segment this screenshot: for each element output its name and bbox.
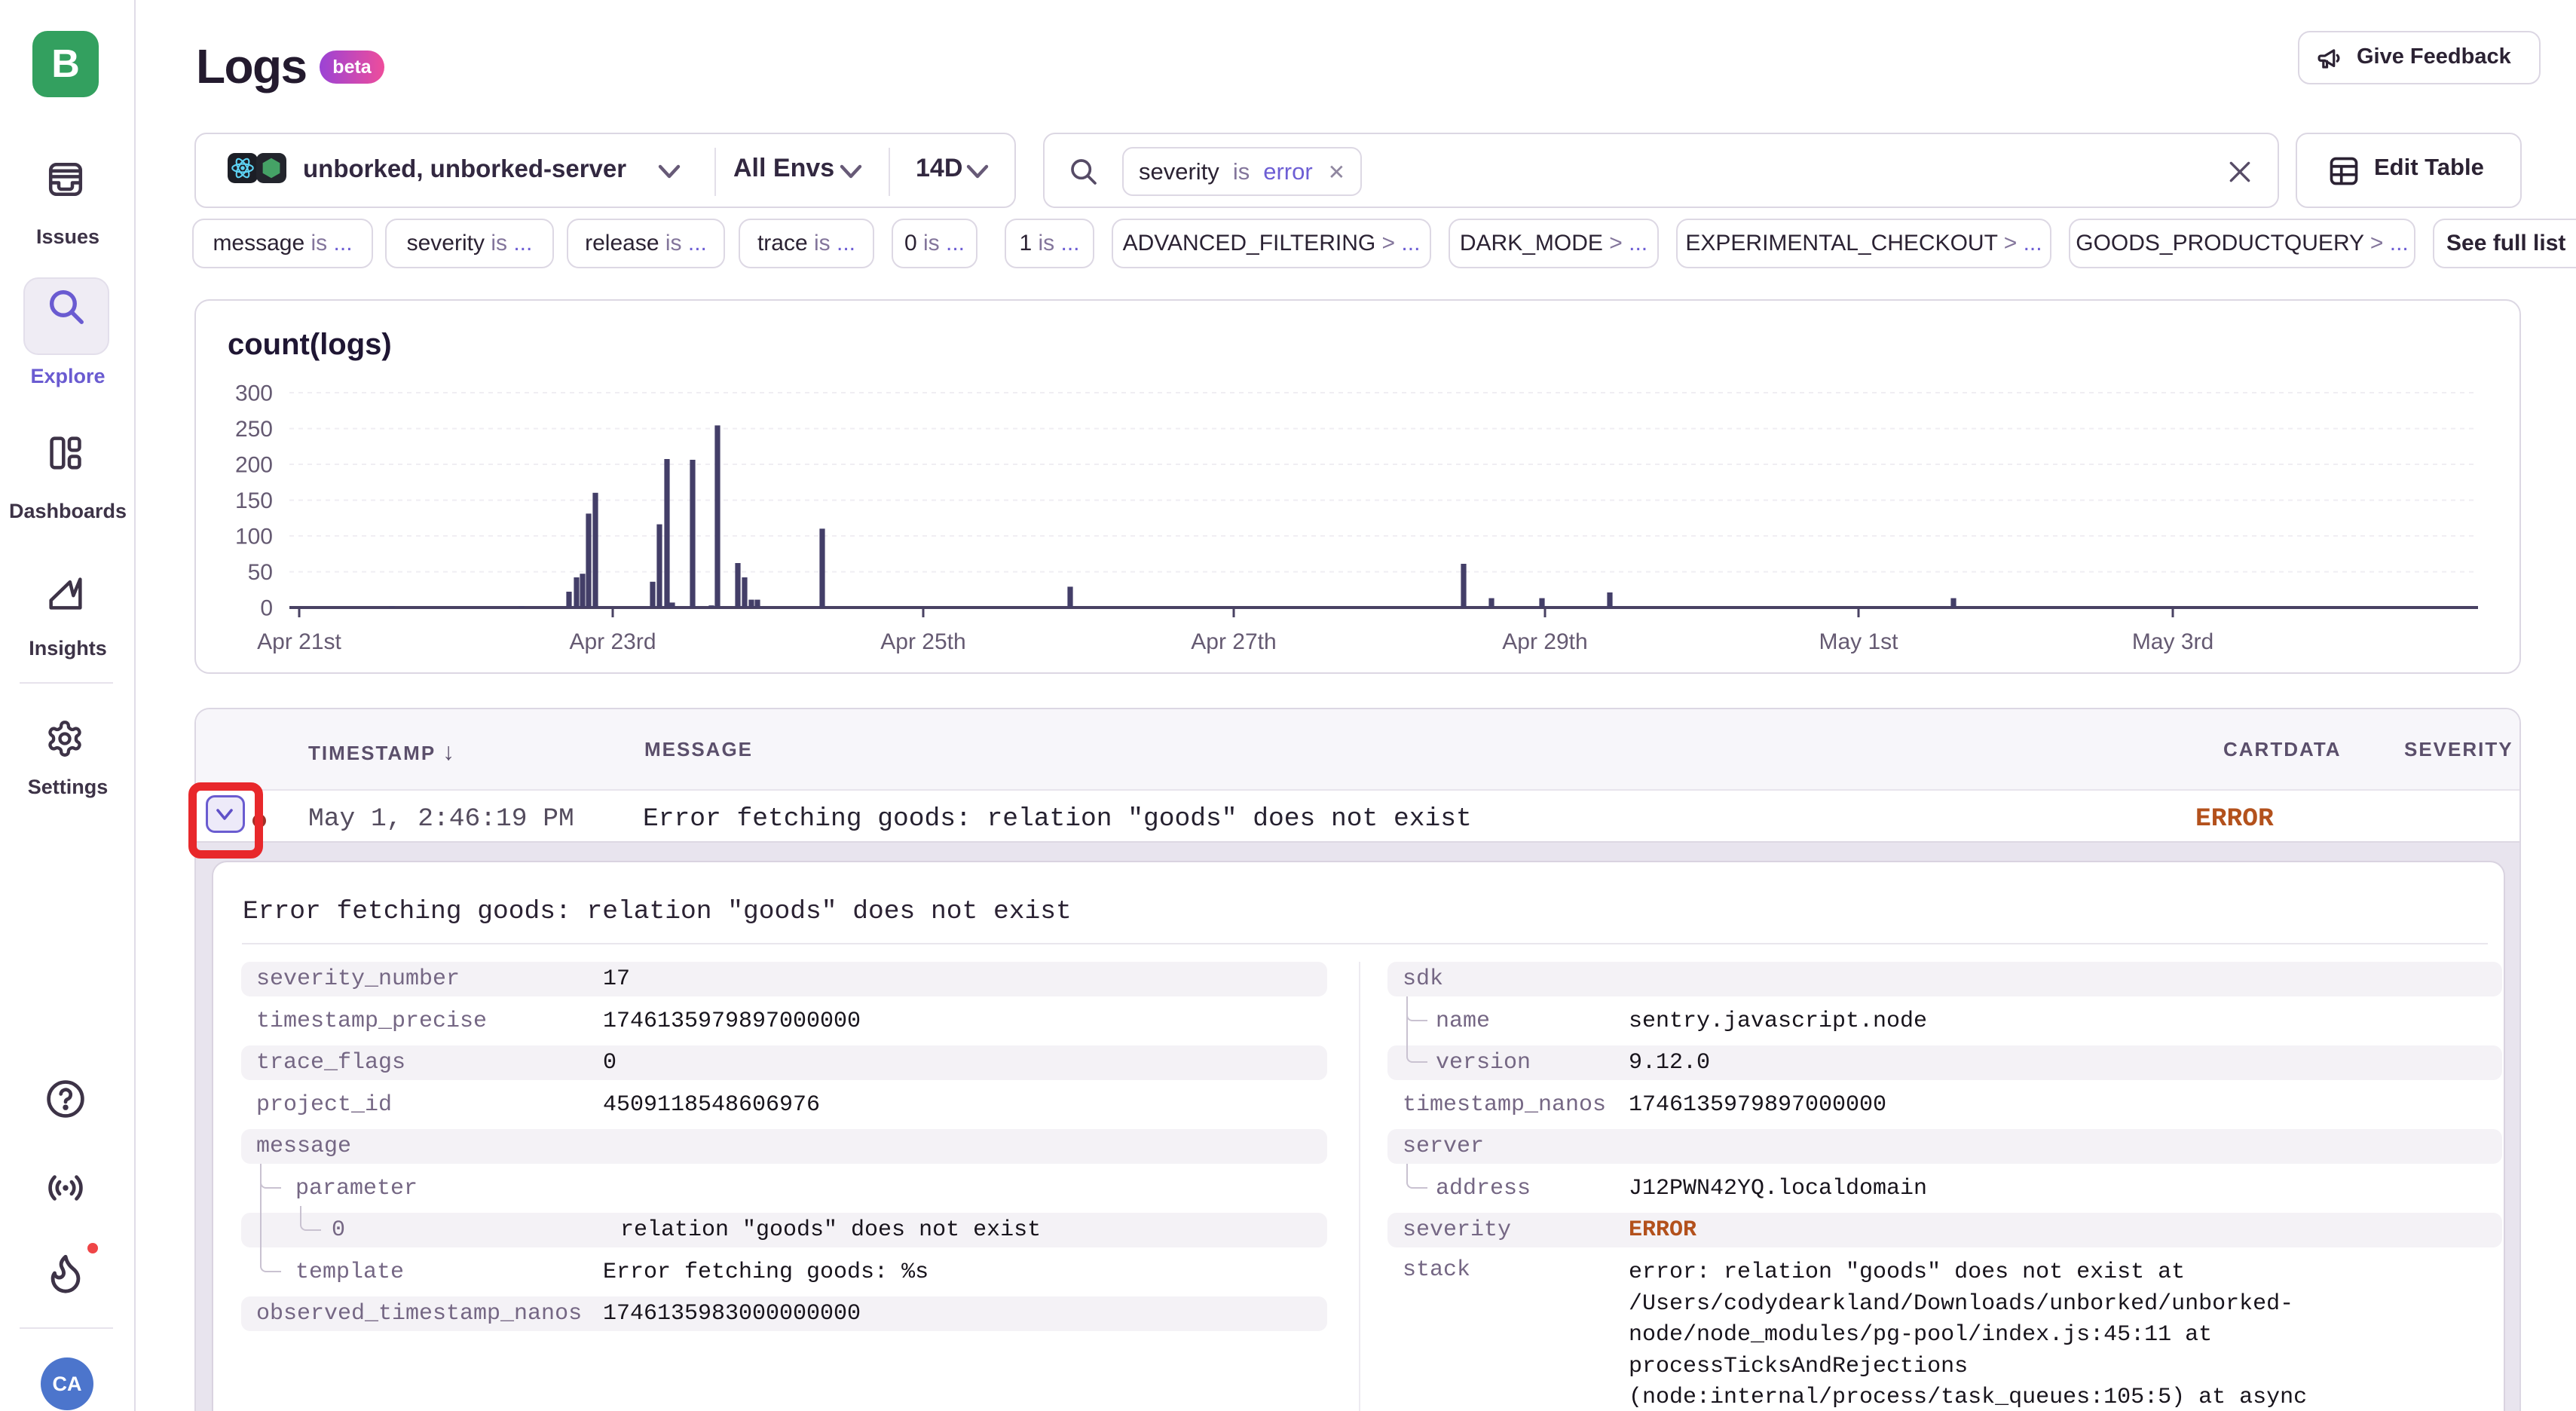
svg-text:100: 100 — [235, 524, 273, 549]
svg-text:0: 0 — [260, 595, 273, 620]
svg-text:Apr 23rd: Apr 23rd — [569, 629, 656, 654]
svg-text:May 3rd: May 3rd — [2132, 629, 2213, 654]
svg-text:Apr 21st: Apr 21st — [257, 629, 341, 654]
svg-text:Apr 29th: Apr 29th — [1502, 629, 1587, 654]
svg-text:Apr 25th: Apr 25th — [880, 629, 965, 654]
svg-text:50: 50 — [248, 560, 273, 585]
svg-text:300: 300 — [235, 381, 273, 406]
svg-text:Apr 27th: Apr 27th — [1191, 629, 1276, 654]
svg-text:200: 200 — [235, 452, 273, 477]
svg-text:250: 250 — [235, 417, 273, 442]
svg-text:150: 150 — [235, 488, 273, 513]
svg-text:May 1st: May 1st — [1819, 629, 1898, 654]
